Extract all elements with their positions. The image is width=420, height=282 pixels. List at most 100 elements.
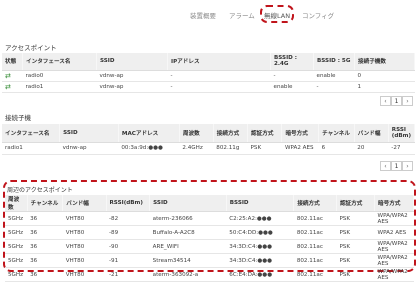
col-interface: インタフェース名 bbox=[22, 53, 97, 71]
col-encryption: 暗号方式 bbox=[281, 124, 320, 143]
rssi-cell: -82 bbox=[106, 211, 150, 226]
auth-cell: PSK bbox=[247, 142, 282, 155]
mode-cell: 802.11ac bbox=[293, 211, 337, 226]
encryption-cell: WPA2 AES bbox=[281, 142, 319, 155]
ssid-cell: vdnw-ap bbox=[96, 81, 168, 93]
bandwidth-cell: VHT80 bbox=[62, 253, 106, 268]
table-row[interactable]: 5GHz 36 VHT80 -90 ARE_WIFI 34:3D:C4:●●● 802.11… bbox=[5, 239, 414, 254]
mode-cell: 802.11g bbox=[213, 142, 248, 155]
clients-table: インタフェース名 SSID MACアドレス 周波数 接続方式 認証方式 暗号方式… bbox=[2, 124, 416, 155]
col-frequency: 周波数 bbox=[179, 124, 214, 143]
interface-cell: radio0 bbox=[22, 70, 97, 82]
col-rssi: RSSI(dBm) bbox=[106, 195, 151, 212]
bandwidth-cell: VHT80 bbox=[62, 239, 106, 254]
ssid-cell: Stream34514 bbox=[149, 253, 227, 268]
col-auth: 認証方式 bbox=[247, 124, 283, 143]
active-tab-highlight bbox=[260, 5, 294, 23]
clients-cell: 1 bbox=[354, 81, 415, 93]
clients-title: 接続子機 bbox=[5, 114, 31, 122]
nearby-title: 周辺のアクセスポイント bbox=[7, 187, 73, 194]
col-ssid: SSID bbox=[96, 53, 168, 71]
col-bssid24: BSSID : 2.4G bbox=[270, 53, 314, 71]
arrows-icon: ⇄ bbox=[5, 71, 11, 80]
rssi-cell: -91 bbox=[106, 253, 150, 268]
encryption-cell: WPA/WPA2 AES bbox=[374, 253, 414, 268]
pager-prev-button[interactable]: ‹ bbox=[380, 161, 391, 171]
frequency-cell: 5GHz bbox=[5, 225, 28, 240]
pager-next-button[interactable]: › bbox=[402, 96, 413, 106]
table-header-row: 周波数 チャンネル バンド幅 RSSI(dBm) SSID BSSID 接続方式… bbox=[5, 195, 414, 212]
ip-cell: - bbox=[167, 70, 271, 82]
channel-cell: 36 bbox=[27, 253, 63, 268]
access-points-title: アクセスポイント bbox=[5, 44, 57, 52]
bssid24-cell: enable bbox=[270, 81, 314, 93]
col-channel: チャンネル bbox=[27, 195, 64, 212]
col-mac: MACアドレス bbox=[118, 124, 180, 143]
col-bandwidth: バンド幅 bbox=[354, 124, 389, 143]
table-row[interactable]: 5GHz 36 VHT80 -91 Stream34514 34:3D:C4:●●● 802… bbox=[5, 253, 414, 268]
bssid5-cell: enable bbox=[313, 70, 355, 82]
col-auth: 認証方式 bbox=[336, 195, 376, 212]
bssid-cell: 34:3D:C4:●●● bbox=[226, 239, 294, 254]
ssid-cell: aterm-236066 bbox=[149, 211, 227, 226]
status-cell: ⇄ bbox=[2, 70, 23, 82]
frequency-cell: 5GHz bbox=[5, 211, 28, 226]
top-nav: 装置概要 アラーム コンフィグ 無線LAN bbox=[0, 0, 420, 28]
rssi-cell: -89 bbox=[106, 225, 150, 240]
auth-cell: PSK bbox=[336, 253, 375, 268]
col-ip: IPアドレス bbox=[167, 53, 271, 71]
pager-next-button[interactable]: › bbox=[402, 161, 413, 171]
encryption-cell: WPA/WPA2 AES bbox=[374, 211, 414, 226]
tab-alarm[interactable]: アラーム bbox=[229, 10, 255, 20]
access-points-table: 状態 インタフェース名 SSID IPアドレス BSSID : 2.4G BSS… bbox=[2, 53, 415, 93]
col-frequency: 周波数 bbox=[5, 195, 28, 212]
pager-page-button[interactable]: 1 bbox=[391, 96, 402, 106]
col-bssid5: BSSID : 5G bbox=[313, 53, 355, 71]
col-ssid: SSID bbox=[149, 195, 227, 212]
ip-cell: - bbox=[167, 81, 271, 93]
interface-cell: radio1 bbox=[22, 81, 97, 93]
frequency-cell: 5GHz bbox=[5, 253, 28, 268]
access-points-pager: ‹ 1 › bbox=[380, 96, 413, 106]
ssid-cell: ARE_WIFI bbox=[149, 239, 227, 254]
nearby-table-body: 5GHz 36 VHT80 -82 aterm-236066 C2:25:A2:●●● 80… bbox=[5, 211, 414, 282]
table-row[interactable]: ⇄ radio0 vdnw-ap - - enable 0 bbox=[2, 70, 415, 82]
mode-cell: 802.11ac bbox=[293, 253, 337, 268]
table-row[interactable]: radio1 vdnw-ap 00:3a:9d:●●● 2.4GHz 802.1… bbox=[2, 142, 415, 155]
mac-cell: 00:3a:9d:●●● bbox=[118, 142, 180, 155]
tab-device-overview[interactable]: 装置概要 bbox=[190, 10, 216, 20]
auth-cell: PSK bbox=[336, 239, 375, 254]
arrows-icon: ⇄ bbox=[5, 82, 11, 91]
bssid-cell: 50:C4:DD:●●● bbox=[226, 225, 294, 240]
pager-page-button[interactable]: 1 bbox=[391, 161, 402, 171]
auth-cell: PSK bbox=[336, 211, 375, 226]
table-row[interactable]: ⇄ radio1 vdnw-ap - enable - 1 bbox=[2, 81, 415, 93]
encryption-cell: WPA2 AES bbox=[374, 225, 414, 240]
table-row[interactable]: 5GHz 36 VHT80 -89 Buffalo-A-A2C8 50:C4:DD:●●●… bbox=[5, 225, 414, 240]
nearby-table: 周波数 チャンネル バンド幅 RSSI(dBm) SSID BSSID 接続方式… bbox=[5, 195, 414, 282]
status-cell: ⇄ bbox=[2, 81, 23, 93]
tab-config[interactable]: コンフィグ bbox=[302, 10, 334, 20]
channel-cell: 36 bbox=[27, 239, 63, 254]
table-row[interactable]: 5GHz 36 VHT80 -82 aterm-236066 C2:25:A2:●●● 80… bbox=[5, 211, 414, 226]
ssid-cell: vdnw-ap bbox=[59, 142, 119, 155]
frequency-cell: 5GHz bbox=[5, 239, 28, 254]
auth-cell: PSK bbox=[336, 225, 375, 240]
col-encryption: 暗号方式 bbox=[374, 195, 414, 212]
pager-prev-button[interactable]: ‹ bbox=[380, 96, 391, 106]
interface-cell: radio1 bbox=[2, 142, 60, 155]
channel-cell: 36 bbox=[27, 225, 63, 240]
bssid5-cell: - bbox=[313, 81, 355, 93]
rssi-cell: -27 bbox=[388, 142, 415, 155]
col-channel: チャンネル bbox=[318, 124, 355, 143]
col-rssi: RSSI (dBm) bbox=[388, 124, 416, 143]
channel-cell: 6 bbox=[318, 142, 355, 155]
col-status: 状態 bbox=[2, 53, 23, 71]
clients-cell: 0 bbox=[354, 70, 415, 82]
col-bandwidth: バンド幅 bbox=[62, 195, 107, 212]
col-bssid: BSSID bbox=[226, 195, 295, 212]
bandwidth-cell: VHT80 bbox=[62, 225, 106, 240]
channel-cell: 36 bbox=[27, 211, 63, 226]
col-mode: 接続方式 bbox=[293, 195, 337, 212]
col-clients: 接続子機数 bbox=[354, 53, 415, 71]
